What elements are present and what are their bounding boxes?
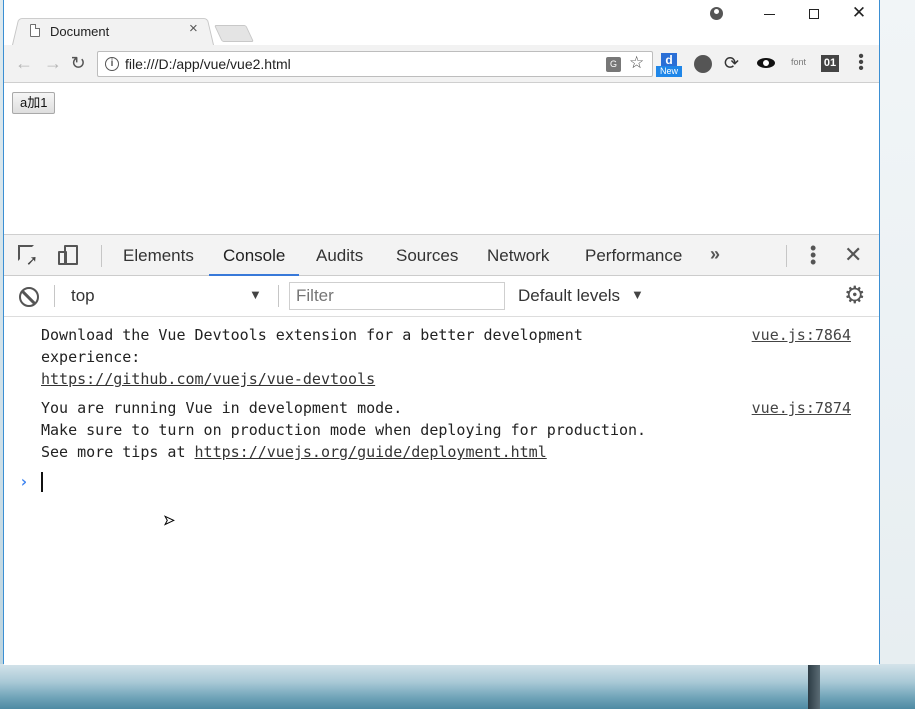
document-icon (30, 24, 40, 37)
devtools-close-icon[interactable]: ✕ (844, 242, 862, 268)
context-selector[interactable]: top (71, 286, 266, 308)
mouse-cursor-icon: ➤ (164, 511, 176, 533)
filter-input[interactable] (289, 282, 505, 310)
extension-font-icon[interactable]: font (791, 57, 815, 77)
tab-title: Document (50, 24, 110, 39)
extension-d-label: d (661, 53, 677, 67)
console-message: You are running Vue in development mode.… (41, 397, 861, 463)
minimize-button[interactable] (754, 4, 784, 24)
tab-performance[interactable]: Performance (571, 235, 696, 276)
window-close-button[interactable]: ✕ (844, 4, 874, 24)
title-bar: Document × ✕ (4, 0, 879, 45)
desktop-background (0, 664, 915, 709)
url-text[interactable]: file:///D:/app/vue/vue2.html (125, 56, 291, 72)
new-tab-button[interactable] (214, 25, 254, 42)
clear-console-icon[interactable] (19, 287, 39, 307)
minimize-icon (763, 13, 775, 15)
tab-audits[interactable]: Audits (302, 235, 377, 276)
bookmark-star-icon[interactable]: ☆ (629, 53, 644, 73)
console-message: Download the Vue Devtools extension for … (41, 324, 861, 390)
message-text: You are running Vue in development mode. (41, 399, 403, 417)
filter-separator (54, 285, 55, 307)
console-input-caret[interactable] (41, 472, 43, 492)
forward-arrow-icon[interactable]: → (42, 52, 64, 74)
extension-d-new-icon[interactable]: d New (656, 53, 682, 77)
devtools-tab-bar: ➚ Elements Console Audits Sources Networ… (4, 235, 879, 276)
tab-network[interactable]: Network (473, 235, 563, 276)
console-output: Download the Vue Devtools extension for … (4, 317, 879, 665)
devtools-link[interactable]: https://github.com/vuejs/vue-devtools (41, 370, 375, 388)
device-toolbar-icon[interactable] (58, 245, 80, 267)
tab-sources[interactable]: Sources (382, 235, 472, 276)
desktop-background-post (808, 664, 820, 709)
phone-shape (58, 251, 67, 265)
browser-toolbar: ← → ↻ i file:///D:/app/vue/vue2.html G ☆… (4, 45, 879, 83)
message-source-link[interactable]: vue.js:7864 (752, 324, 851, 346)
tab-close-icon[interactable]: × (189, 21, 198, 37)
context-dropdown-icon[interactable]: ▼ (249, 287, 262, 302)
browser-menu-icon[interactable]: • • • (855, 49, 867, 77)
inspect-element-icon[interactable]: ➚ (18, 245, 40, 268)
desktop-background-right (880, 0, 915, 664)
console-prompt-icon: › (19, 472, 29, 491)
inspect-arrow: ➚ (26, 252, 38, 268)
devtools-separator-right (786, 245, 787, 267)
tab-elements[interactable]: Elements (109, 235, 208, 276)
maximize-icon (809, 9, 819, 20)
reload-icon[interactable]: ↻ (67, 52, 89, 74)
filter-separator-2 (278, 285, 279, 307)
log-levels-selector[interactable]: Default levels (518, 286, 620, 306)
extension-sync-icon[interactable]: ⟳ (724, 53, 744, 73)
deployment-link[interactable]: https://vuejs.org/guide/deployment.html (195, 443, 547, 461)
increment-a-button[interactable]: a加1 (12, 92, 56, 114)
more-tabs-icon[interactable]: » (710, 244, 720, 265)
message-text: experience: (41, 348, 141, 366)
message-source-link[interactable]: vue.js:7874 (752, 397, 851, 419)
devtools-separator (101, 245, 102, 267)
tab-console[interactable]: Console (209, 235, 300, 276)
message-text: Download the Vue Devtools extension for … (41, 326, 583, 344)
devtools-menu-icon[interactable]: • • • (810, 239, 816, 271)
message-prefix: See more tips at (41, 443, 195, 461)
extension-circle-icon[interactable] (694, 55, 712, 73)
maximize-button[interactable] (799, 4, 829, 24)
browser-tab[interactable]: Document × (22, 18, 212, 44)
gear-icon[interactable]: ⚙ (844, 282, 866, 310)
devtools-panel: ➚ Elements Console Audits Sources Networ… (4, 234, 879, 665)
message-text: Make sure to turn on production mode whe… (41, 421, 647, 439)
profile-button[interactable] (701, 4, 731, 24)
page-content: a加1 (4, 84, 879, 234)
eye-icon (757, 58, 775, 68)
levels-dropdown-icon[interactable]: ▼ (631, 287, 644, 302)
extension-eye-icon[interactable] (757, 53, 777, 73)
address-bar[interactable]: i file:///D:/app/vue/vue2.html G ☆ (97, 51, 653, 77)
back-arrow-icon[interactable]: ← (13, 52, 35, 74)
browser-window: Document × ✕ ← → ↻ i file:///D:/app/vue/… (3, 0, 880, 665)
extension-new-badge: New (656, 66, 682, 77)
extension-01-icon[interactable]: 01 (821, 55, 839, 72)
translate-icon[interactable]: G (606, 57, 621, 72)
console-filter-bar: top ▼ Default levels ▼ ⚙ (4, 276, 879, 317)
info-icon[interactable]: i (105, 57, 119, 71)
user-icon (709, 7, 723, 20)
